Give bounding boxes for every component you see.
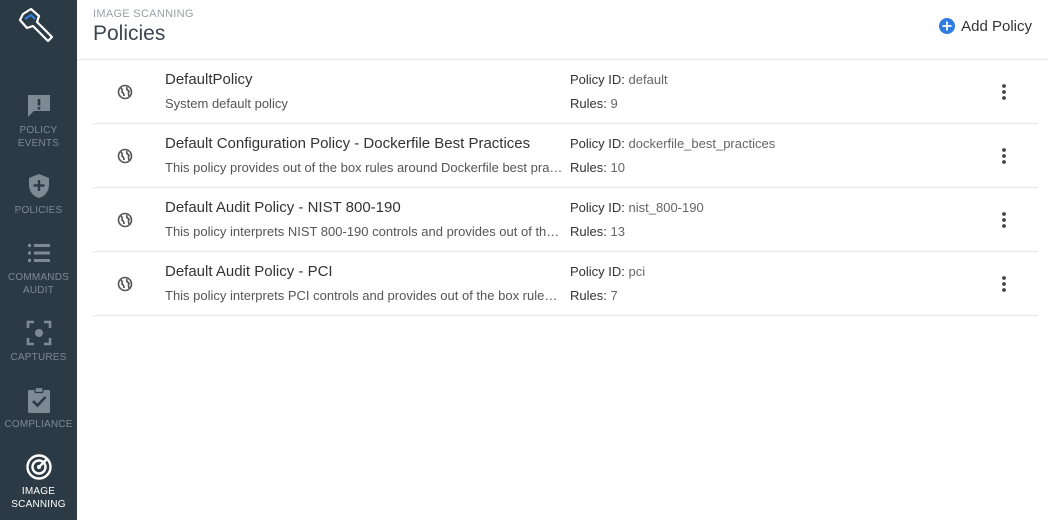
rules-count: 13 bbox=[610, 224, 625, 239]
sidebar-item-label: CAPTURES bbox=[10, 352, 67, 363]
policy-description: This policy interprets PCI controls and … bbox=[165, 288, 563, 303]
policy-row[interactable]: Default Audit Policy - NIST 800-190 This… bbox=[93, 188, 1038, 252]
rules-count: 7 bbox=[610, 288, 618, 303]
policy-id: Policy ID: pci bbox=[570, 264, 645, 279]
policy-id-label: Policy ID: bbox=[570, 264, 625, 279]
policy-id-value: dockerfile_best_practices bbox=[628, 136, 776, 151]
policy-description: System default policy bbox=[165, 96, 288, 111]
clipboard-check-icon bbox=[27, 386, 50, 413]
capture-frame-icon bbox=[26, 320, 51, 346]
policy-name: Default Audit Policy - NIST 800-190 bbox=[165, 199, 401, 216]
sidebar-item-label: COMMANDS AUDIT bbox=[7, 272, 70, 296]
policy-name: Default Audit Policy - PCI bbox=[165, 263, 333, 280]
globe-icon bbox=[117, 148, 133, 164]
policy-id-label: Policy ID: bbox=[570, 200, 625, 215]
policy-description: This policy provides out of the box rule… bbox=[165, 160, 563, 175]
policy-rules: Rules: 10 bbox=[570, 160, 625, 175]
rules-label: Rules: bbox=[570, 224, 607, 239]
sidebar-item-label: POLICY EVENTS bbox=[17, 125, 60, 149]
sidebar-item-commands-audit[interactable]: COMMANDS AUDIT bbox=[0, 239, 77, 297]
policy-rules: Rules: 9 bbox=[570, 96, 618, 111]
policy-id: Policy ID: nist_800-190 bbox=[570, 200, 704, 215]
sidebar-item-image-scanning[interactable]: IMAGE SCANNING bbox=[0, 453, 77, 511]
policy-row[interactable]: DefaultPolicy System default policy Poli… bbox=[93, 60, 1038, 124]
policy-description: This policy interprets NIST 800-190 cont… bbox=[165, 224, 563, 239]
policy-list: DefaultPolicy System default policy Poli… bbox=[93, 60, 1038, 316]
more-vertical-icon[interactable] bbox=[994, 146, 1014, 166]
rules-label: Rules: bbox=[570, 96, 607, 111]
policy-id-label: Policy ID: bbox=[570, 136, 625, 151]
rules-label: Rules: bbox=[570, 288, 607, 303]
breadcrumb: IMAGE SCANNING bbox=[93, 8, 194, 20]
globe-icon bbox=[117, 212, 133, 228]
policy-rules: Rules: 13 bbox=[570, 224, 625, 239]
add-policy-label: Add Policy bbox=[961, 17, 1032, 35]
shield-plus-icon bbox=[28, 174, 49, 198]
add-policy-button[interactable]: Add Policy bbox=[938, 17, 1032, 35]
policy-row[interactable]: Default Audit Policy - PCI This policy i… bbox=[93, 252, 1038, 316]
globe-icon bbox=[117, 84, 133, 100]
page-header: IMAGE SCANNING Policies Add Policy bbox=[77, 0, 1048, 60]
sidebar: POLICY EVENTS POLICIES COMMANDS AUDIT CAPT… bbox=[0, 0, 77, 520]
policy-id: Policy ID: dockerfile_best_practices bbox=[570, 136, 775, 151]
sidebar-item-compliance[interactable]: COMPLIANCE bbox=[0, 386, 77, 431]
rules-count: 9 bbox=[610, 96, 618, 111]
policy-id: Policy ID: default bbox=[570, 72, 668, 87]
sidebar-item-policy-events[interactable]: POLICY EVENTS bbox=[0, 92, 77, 150]
policy-rules: Rules: 7 bbox=[570, 288, 618, 303]
radar-icon bbox=[25, 454, 52, 480]
sidebar-item-label: IMAGE SCANNING bbox=[11, 486, 66, 510]
globe-icon bbox=[117, 276, 133, 292]
policy-name: Default Configuration Policy - Dockerfil… bbox=[165, 135, 531, 152]
logo-icon[interactable] bbox=[17, 6, 57, 46]
more-vertical-icon[interactable] bbox=[994, 210, 1014, 230]
list-icon bbox=[27, 244, 50, 262]
policy-id-value: default bbox=[628, 72, 668, 87]
sidebar-item-policies[interactable]: POLICIES bbox=[0, 172, 77, 217]
sidebar-item-label: POLICIES bbox=[14, 205, 63, 216]
rules-label: Rules: bbox=[570, 160, 607, 175]
sidebar-item-label: COMPLIANCE bbox=[4, 419, 73, 430]
policy-id-label: Policy ID: bbox=[570, 72, 625, 87]
sidebar-item-captures[interactable]: CAPTURES bbox=[0, 319, 77, 364]
more-vertical-icon[interactable] bbox=[994, 274, 1014, 294]
policy-id-value: pci bbox=[628, 264, 646, 279]
more-vertical-icon[interactable] bbox=[994, 82, 1014, 102]
policy-name: DefaultPolicy bbox=[165, 71, 253, 88]
rules-count: 10 bbox=[610, 160, 625, 175]
add-circle-icon bbox=[939, 18, 956, 34]
policy-row[interactable]: Default Configuration Policy - Dockerfil… bbox=[93, 124, 1038, 188]
page-title: Policies bbox=[93, 22, 166, 45]
policy-id-value: nist_800-190 bbox=[628, 200, 704, 215]
alert-message-icon bbox=[27, 95, 50, 117]
